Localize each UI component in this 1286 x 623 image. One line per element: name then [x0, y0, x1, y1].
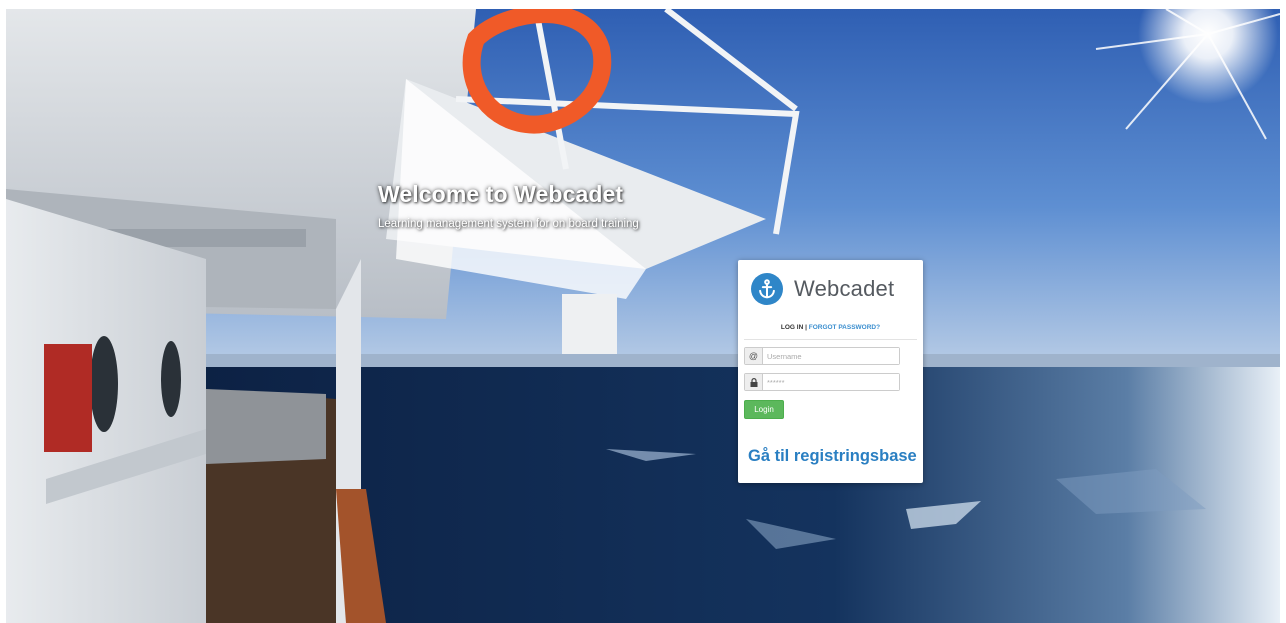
password-group — [744, 373, 900, 391]
brand-name: Webcadet — [794, 276, 895, 301]
brand-logo: Webcadet — [751, 273, 894, 305]
login-tab[interactable]: LOG IN — [781, 324, 803, 331]
welcome-title: Welcome to Webcadet — [378, 181, 624, 207]
login-card: Webcadet LOG IN | FORGOT PASSWORD? @ Log… — [738, 260, 923, 483]
at-sign-icon: @ — [745, 348, 763, 364]
login-page: Welcome to Webcadet Learning management … — [0, 0, 1286, 623]
password-input[interactable] — [763, 374, 899, 390]
forgot-password-link[interactable]: FORGOT PASSWORD? — [809, 324, 880, 331]
background-photo-ship-deck-sea — [6, 9, 1280, 623]
auth-links-separator: | — [805, 324, 807, 331]
registration-link[interactable]: Gå til registringsbase — [748, 447, 917, 466]
welcome-subtitle: Learning management system for on board … — [378, 218, 639, 230]
username-input[interactable] — [763, 348, 899, 364]
lock-icon — [745, 374, 763, 390]
login-button[interactable]: Login — [744, 400, 784, 419]
anchor-icon — [751, 273, 783, 305]
divider — [744, 339, 917, 340]
username-group: @ — [744, 347, 900, 365]
welcome-banner: Welcome to Webcadet Learning management … — [378, 181, 718, 230]
auth-links: LOG IN | FORGOT PASSWORD? — [738, 324, 923, 331]
